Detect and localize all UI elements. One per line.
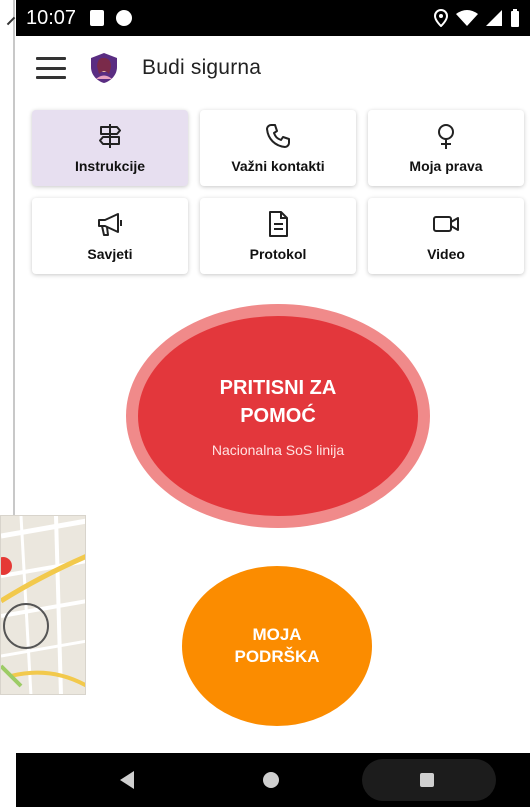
signal-icon <box>486 10 502 26</box>
recents-icon[interactable] <box>420 773 434 787</box>
tile-moja-prava[interactable]: Moja prava <box>368 110 524 186</box>
app-title: Budi sigurna <box>142 56 262 79</box>
tile-vazni-kontakti[interactable]: Važni kontakti <box>200 110 356 186</box>
tile-label: Protokol <box>249 246 307 262</box>
hamburger-menu-icon[interactable] <box>36 57 66 79</box>
app-logo-icon <box>91 53 117 83</box>
sos-title: PRITISNI ZA POMOĆ <box>219 377 337 427</box>
menu-tiles: Instrukcije Važni kontakti Moja prava Sa… <box>32 110 524 274</box>
tile-label: Instrukcije <box>74 158 146 174</box>
video-camera-icon <box>433 216 459 232</box>
female-symbol-icon <box>438 124 454 149</box>
tile-savjeti[interactable]: Savjeti <box>32 198 188 274</box>
tile-label: Važni kontakti <box>231 158 325 174</box>
home-icon[interactable] <box>263 772 279 788</box>
sos-subtitle: Nacionalna SoS linija <box>211 442 345 458</box>
sd-card-icon <box>90 10 105 26</box>
sos-help-button[interactable]: PRITISNI ZA POMOĆ Nacionalna SoS linija <box>138 316 418 516</box>
status-icons-right <box>434 9 520 27</box>
navigation-bar <box>16 753 530 807</box>
phone-icon <box>266 124 290 148</box>
wifi-icon <box>456 10 478 26</box>
status-bar: 10:07 <box>16 0 530 36</box>
tile-instrukcije[interactable]: Instrukcije <box>32 110 188 186</box>
back-icon[interactable] <box>120 771 134 789</box>
map-thumbnail <box>0 515 86 695</box>
status-time: 10:07 <box>26 6 77 29</box>
my-support-button[interactable]: MOJA PODRŠKA <box>182 566 372 726</box>
support-label: MOJA PODRŠKA <box>234 625 320 666</box>
signpost-icon <box>99 124 121 148</box>
document-icon <box>269 211 288 237</box>
tile-protokol[interactable]: Protokol <box>200 198 356 274</box>
megaphone-icon <box>98 213 122 236</box>
tile-label: Moja prava <box>409 158 483 174</box>
tile-label: Savjeti <box>87 246 133 262</box>
battery-icon <box>511 9 519 27</box>
tile-video[interactable]: Video <box>368 198 524 274</box>
tile-label: Video <box>427 246 465 262</box>
edge-divider <box>13 0 15 520</box>
map-image <box>1 516 85 694</box>
app-bar: Budi sigurna <box>16 36 530 100</box>
notification-icon <box>116 10 133 26</box>
phone-screen: 10:07 Budi sigurna Instrukcije Važni kon… <box>16 0 530 807</box>
location-icon <box>434 9 448 27</box>
status-icons-left <box>90 10 133 26</box>
